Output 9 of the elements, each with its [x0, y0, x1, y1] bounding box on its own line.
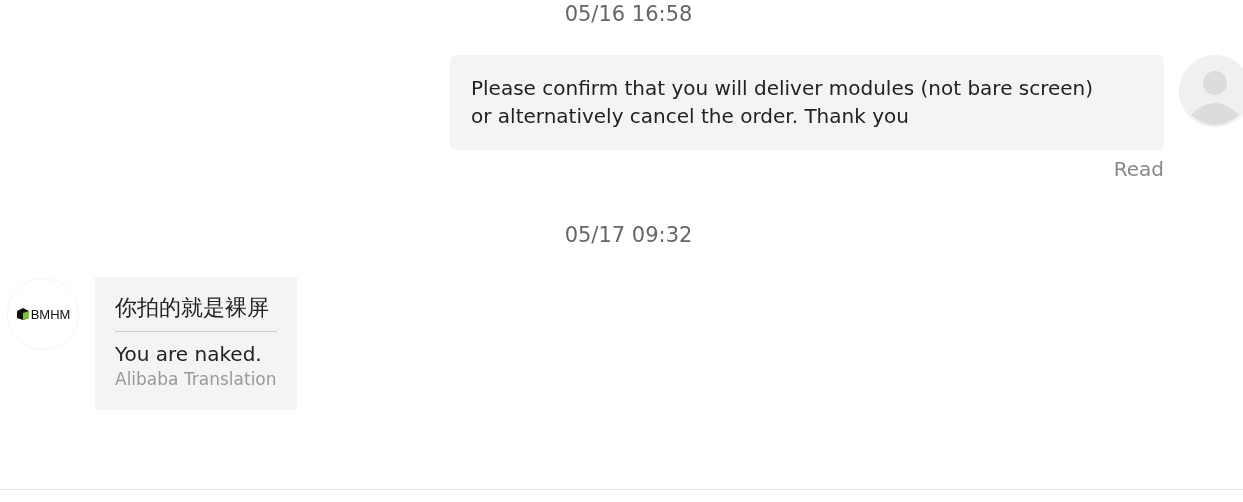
message-text: or alternatively cancel the order. Thank you	[471, 103, 910, 130]
avatar-logo: BMHM	[7, 278, 79, 350]
message-text: Please confirm that you will deliver modules (not bare screen)	[471, 75, 1095, 102]
timestamp: 05/17 09:32	[564, 222, 693, 249]
read-status: Read	[1113, 157, 1164, 181]
timestamp: 05/16 16:58	[564, 1, 693, 28]
original-text: 你拍的就是裸屏	[115, 291, 277, 332]
translated-text: You are naked.	[115, 341, 263, 368]
translation-source: Alibaba Translation	[115, 368, 277, 390]
